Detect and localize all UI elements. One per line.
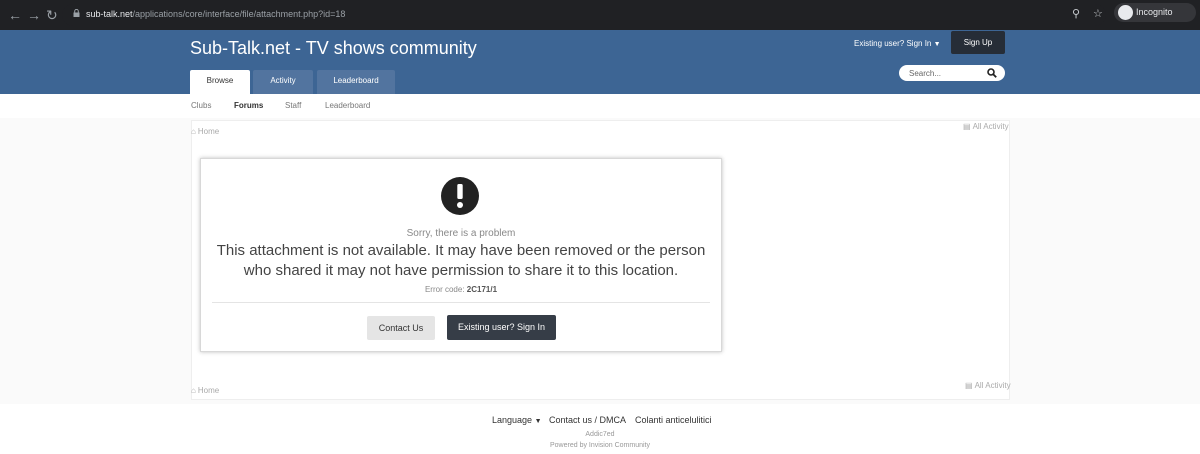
- reload-icon[interactable]: ↻: [46, 7, 58, 23]
- breadcrumb-home-label: Home: [197, 127, 220, 136]
- incognito-icon: [1118, 5, 1133, 20]
- error-code: Error code: 2C171/1: [200, 285, 722, 294]
- incognito-label: Incognito: [1136, 7, 1173, 17]
- exclamation-circle-icon: [441, 177, 479, 215]
- breadcrumb-top[interactable]: ⌂ Home: [191, 127, 219, 136]
- url-host: sub-talk.net: [86, 9, 133, 19]
- tab-leaderboard[interactable]: Leaderboard: [317, 70, 395, 94]
- all-activity-link-bottom[interactable]: ▤ All Activity: [965, 381, 1011, 390]
- language-menu[interactable]: Language ▼: [492, 415, 542, 425]
- forward-icon[interactable]: →: [27, 7, 41, 23]
- rss-icon: ▤: [963, 122, 971, 131]
- partner-link[interactable]: Colanti anticelulitici: [635, 415, 712, 425]
- subnav-item-staff[interactable]: Staff: [285, 101, 301, 110]
- error-message: This attachment is not available. It may…: [216, 242, 706, 279]
- signin-dropdown-link[interactable]: Existing user? Sign In ▼: [854, 39, 941, 48]
- url-text[interactable]: sub-talk.net/applications/core/interface…: [86, 9, 345, 19]
- caret-down-icon: ▼: [933, 41, 941, 48]
- caret-down-icon: ▼: [534, 418, 542, 425]
- copyright-text: Addic7ed: [585, 431, 615, 438]
- powered-by-link[interactable]: Powered by Invision Community: [0, 442, 1200, 449]
- url-path: /applications/core/interface/file/attach…: [132, 9, 346, 19]
- language-label: Language: [492, 415, 533, 425]
- subnav-item-clubs[interactable]: Clubs: [191, 101, 211, 110]
- incognito-badge[interactable]: Incognito: [1114, 3, 1196, 22]
- tab-browse[interactable]: Browse: [190, 70, 250, 94]
- breadcrumb-home-label: Home: [197, 386, 220, 395]
- signin-link-label: Existing user? Sign In: [854, 39, 932, 48]
- site-header: Sub-Talk.net - TV shows community Existi…: [0, 30, 1200, 94]
- home-icon: ⌂: [191, 386, 196, 395]
- all-activity-link-top[interactable]: ▤ All Activity: [963, 122, 1009, 131]
- sub-navigation: Clubs Forums Staff Leaderboard: [0, 94, 1200, 118]
- error-code-label: Error code:: [424, 285, 465, 294]
- breadcrumb-bottom[interactable]: ⌂ Home: [191, 386, 219, 395]
- all-activity-label: All Activity: [974, 381, 1011, 390]
- home-icon: ⌂: [191, 127, 196, 136]
- site-title[interactable]: Sub-Talk.net - TV shows community: [190, 38, 477, 59]
- rss-icon: ▤: [965, 381, 973, 390]
- signin-button[interactable]: Existing user? Sign In: [447, 315, 556, 340]
- subnav-item-leaderboard[interactable]: Leaderboard: [325, 101, 370, 110]
- star-icon[interactable]: ☆: [1093, 7, 1103, 20]
- error-code-value: 2C171/1: [466, 285, 498, 294]
- back-icon[interactable]: ←: [8, 7, 22, 23]
- signup-button[interactable]: Sign Up: [951, 31, 1005, 54]
- key-icon[interactable]: ⚲: [1072, 7, 1080, 20]
- lock-icon: [73, 9, 80, 17]
- tab-activity[interactable]: Activity: [253, 70, 313, 94]
- search-icon[interactable]: [987, 68, 997, 78]
- search-input[interactable]: [909, 67, 979, 79]
- contact-us-button[interactable]: Contact Us: [367, 316, 435, 340]
- divider: [212, 302, 710, 303]
- browser-toolbar: ← → ↻ sub-talk.net/applications/core/int…: [0, 0, 1200, 30]
- error-title: Sorry, there is a problem: [406, 228, 516, 239]
- contact-dmca-link[interactable]: Contact us / DMCA: [549, 415, 626, 425]
- all-activity-label: All Activity: [972, 122, 1009, 131]
- subnav-item-forums[interactable]: Forums: [234, 101, 263, 110]
